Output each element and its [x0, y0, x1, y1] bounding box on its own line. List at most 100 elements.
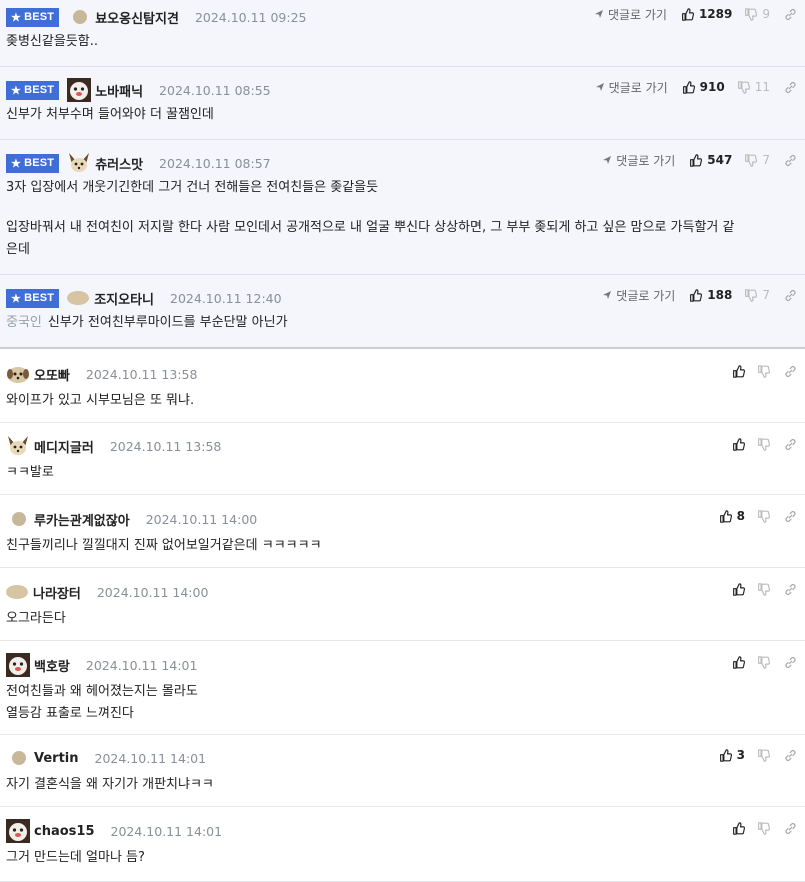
- share-link-button[interactable]: [784, 365, 797, 378]
- upvote-button[interactable]: [732, 582, 745, 596]
- thumbs-up-icon: [719, 748, 732, 762]
- share-link-button[interactable]: [784, 154, 797, 167]
- link-icon: [784, 289, 797, 302]
- link-icon: [784, 438, 797, 451]
- upvote-button[interactable]: 547: [689, 153, 732, 167]
- thumbs-up-icon: [732, 364, 745, 378]
- author-nick[interactable]: 츄러스맛: [95, 154, 143, 173]
- author-nick[interactable]: 나라장터: [33, 583, 81, 602]
- upvote-button[interactable]: 3: [719, 748, 745, 762]
- author-nick[interactable]: chaos15: [34, 824, 95, 839]
- comment-header: ★ BEST 뵤오옹신탐지견 2024.10.11 09:25: [6, 5, 307, 29]
- thumbs-up-icon: [682, 80, 695, 94]
- upvote-count: 910: [699, 80, 725, 94]
- thumbs-up-icon: [732, 655, 745, 669]
- upvote-button[interactable]: 1289: [681, 7, 732, 21]
- downvote-button[interactable]: [757, 582, 770, 596]
- reply-link[interactable]: 댓글로 가기: [602, 287, 675, 304]
- comment-actions: [732, 363, 797, 379]
- share-link-button[interactable]: [784, 822, 797, 835]
- reply-link[interactable]: 댓글로 가기: [595, 79, 668, 96]
- author-nick[interactable]: 백호랑: [34, 656, 70, 675]
- downvote-button[interactable]: [757, 655, 770, 669]
- comment-time: 2024.10.11 09:25: [194, 9, 307, 25]
- downvote-button[interactable]: 11: [737, 80, 770, 94]
- link-icon: [784, 8, 797, 21]
- thumbs-down-icon: [757, 364, 770, 378]
- comment-line: 오그라든다: [6, 611, 66, 626]
- author-nick[interactable]: 메디지글러: [34, 437, 94, 456]
- author-nick[interactable]: 루카는관계없잖아: [34, 510, 130, 529]
- downvote-button[interactable]: [757, 437, 770, 451]
- avatar: [6, 434, 30, 458]
- thumbs-down-icon: [757, 655, 770, 669]
- best-comment: ★ BEST 노바패닉 2024.10.11 08:55 신부가 처부수며 들어와야 더…: [0, 67, 805, 140]
- comment-actions: 댓글로 가기 188 7: [602, 287, 797, 303]
- comment-line: 친구들끼리나 낄낄대지 진짜 없어보일거같은데 ㅋㅋㅋㅋㅋ: [6, 538, 322, 553]
- upvote-button[interactable]: [732, 655, 745, 669]
- comment-header: ★ BEST 츄러스맛 2024.10.11 08:57: [6, 151, 271, 175]
- upvote-button[interactable]: 910: [682, 80, 725, 94]
- comment: 메디지글러 2024.10.11 13:58 ㅋㅋ발로: [0, 423, 805, 495]
- arrow-icon: [594, 9, 604, 19]
- comment-time: 2024.10.11 14:01: [85, 657, 198, 673]
- comment-line: 자기 결혼식을 왜 자기가 개판치냐ㅋㅋ: [6, 777, 214, 792]
- upvote-count: 8: [736, 509, 745, 523]
- thumbs-down-icon: [757, 509, 770, 523]
- author-nick[interactable]: 조지오타니: [94, 289, 154, 308]
- comment-line: 3자 입장에서 개웃기긴한데 그거 건너 전해들은 전여친들은 좆같을듯: [6, 180, 379, 195]
- comment-actions: [732, 581, 797, 597]
- comment-header: 루카는관계없잖아 2024.10.11 14:00: [6, 507, 257, 531]
- share-link-button[interactable]: [784, 510, 797, 523]
- link-icon: [784, 749, 797, 762]
- upvote-count: 188: [707, 288, 733, 302]
- share-link-button[interactable]: [784, 289, 797, 302]
- comment-body: 자기 결혼식을 왜 자기가 개판치냐ㅋㅋ: [6, 774, 799, 796]
- comment-line: 와이프가 있고 시부모님은 또 뭐냐.: [6, 393, 195, 408]
- reply-label: 댓글로 가기: [616, 288, 676, 303]
- thumbs-up-icon: [681, 7, 694, 21]
- downvote-button[interactable]: 7: [744, 288, 770, 302]
- avatar: [12, 751, 26, 765]
- downvote-button[interactable]: [757, 821, 770, 835]
- downvote-button[interactable]: 9: [744, 7, 770, 21]
- upvote-button[interactable]: [732, 437, 745, 451]
- share-link-button[interactable]: [784, 81, 797, 94]
- downvote-count: 11: [754, 80, 770, 94]
- author-nick[interactable]: Vertin: [34, 751, 79, 766]
- link-icon: [784, 583, 797, 596]
- arrow-icon: [602, 290, 612, 300]
- author-nick[interactable]: 오또빠: [34, 365, 70, 384]
- link-icon: [784, 365, 797, 378]
- share-link-button[interactable]: [784, 8, 797, 21]
- thumbs-down-icon: [757, 437, 770, 451]
- author-nick[interactable]: 노바패닉: [95, 81, 143, 100]
- share-link-button[interactable]: [784, 656, 797, 669]
- comment-line: 열등감 표출로 느껴진다: [6, 706, 134, 721]
- downvote-button[interactable]: [757, 364, 770, 378]
- share-link-button[interactable]: [784, 749, 797, 762]
- avatar: [67, 151, 91, 175]
- comment-line: 중국인 신부가 전여친부루마이드를 부순단말 아닌가: [6, 312, 799, 334]
- comment-actions: 3: [719, 747, 797, 763]
- upvote-button[interactable]: [732, 364, 745, 378]
- upvote-button[interactable]: [732, 821, 745, 835]
- share-link-button[interactable]: [784, 583, 797, 596]
- reply-link[interactable]: 댓글로 가기: [594, 6, 667, 23]
- comment-time: 2024.10.11 08:55: [159, 82, 271, 98]
- share-link-button[interactable]: [784, 438, 797, 451]
- downvote-button[interactable]: [757, 748, 770, 762]
- downvote-button[interactable]: 7: [744, 153, 770, 167]
- comment-actions: 댓글로 가기 1289 9: [594, 6, 797, 22]
- thumbs-up-icon: [732, 437, 745, 451]
- upvote-button[interactable]: 8: [719, 509, 745, 523]
- downvote-count: 7: [762, 288, 770, 302]
- author-nick[interactable]: 뵤오옹신탐지견: [95, 8, 179, 27]
- upvote-count: 547: [707, 153, 733, 167]
- reply-link[interactable]: 댓글로 가기: [602, 152, 675, 169]
- reply-label: 댓글로 가기: [616, 153, 676, 168]
- comment-line: 입장바꿔서 내 전여친이 저지랄 한다 사람 모인데서 공개적으로 내 얼굴 뿌…: [6, 220, 735, 235]
- upvote-button[interactable]: 188: [689, 288, 732, 302]
- downvote-button[interactable]: [757, 509, 770, 523]
